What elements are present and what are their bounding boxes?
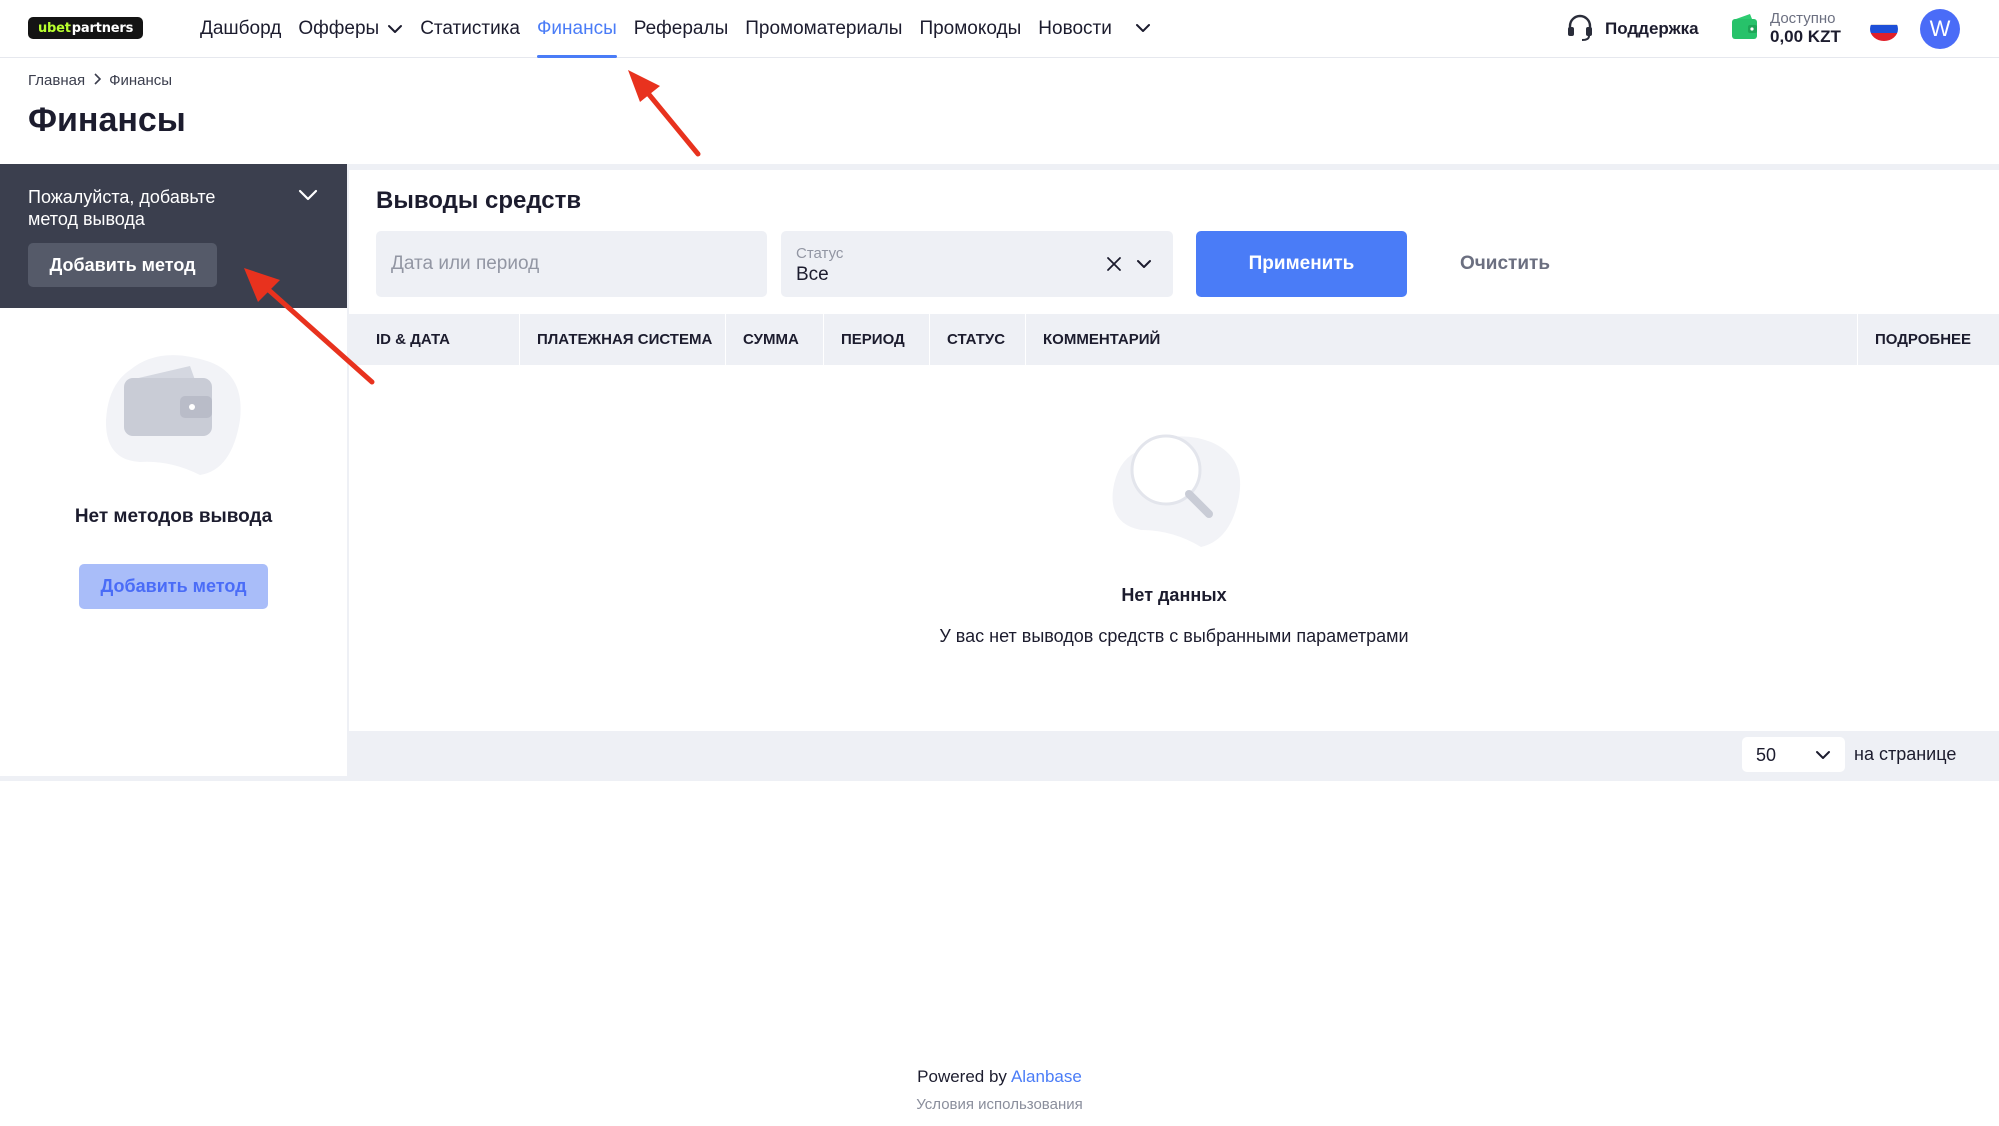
empty-wallet-icon [100, 350, 250, 485]
nav-item-label: Промоматериалы [745, 18, 903, 39]
nav-item-label: Статистика [420, 18, 520, 39]
ubet-partners-logo[interactable]: ubet partners [28, 17, 144, 39]
nav-item-promo-materials[interactable]: Промоматериалы [745, 0, 902, 58]
add-method-banner: Пожалуйста, добавьте метод вывода Добави… [0, 164, 347, 308]
powered-by-text: Powered by [917, 1067, 1007, 1086]
chevron-right-icon [93, 73, 102, 88]
add-method-button[interactable]: Добавить метод [28, 243, 217, 287]
withdrawals-panel: Выводы средств Статус Все Применить Очис… [349, 170, 1999, 731]
powered-by: Powered by Alanbase [0, 1067, 1999, 1087]
user-avatar[interactable]: W [1920, 9, 1960, 49]
balance-amount: 0,00 KZT [1770, 26, 1841, 46]
breadcrumb: Главная Финансы [28, 72, 172, 89]
support-link[interactable]: Поддержка [1565, 13, 1699, 45]
date-period-input[interactable] [376, 231, 767, 297]
page-title: Финансы [28, 101, 186, 139]
no-data-description: У вас нет выводов средств с выбранными п… [939, 626, 1409, 646]
chevron-down-icon[interactable] [298, 188, 318, 206]
chevron-down-icon [1135, 255, 1153, 278]
add-method-button-secondary[interactable]: Добавить метод [79, 564, 268, 609]
magnifier-icon [1101, 422, 1251, 557]
no-methods-text: Нет методов вывода [74, 506, 273, 527]
main-nav: Дашборд Офферы Статистика Финансы Рефера… [200, 0, 1155, 58]
nav-item-finance[interactable]: Финансы [536, 0, 617, 58]
nav-item-label: Офферы [298, 18, 380, 39]
clear-button[interactable]: Очистить [1424, 231, 1586, 297]
nav-item-label: Рефералы [633, 18, 729, 39]
nav-item-offers[interactable]: Офферы [298, 0, 403, 58]
chevron-down-icon [1135, 20, 1151, 38]
column-header-details[interactable]: ПОДРОБНЕЕ [1857, 314, 1999, 365]
russian-flag-icon[interactable] [1870, 17, 1898, 41]
column-header-payment-system[interactable]: ПЛАТЕЖНАЯ СИСТЕМА [519, 314, 725, 365]
table-header: ID & ДАТА ПЛАТЕЖНАЯ СИСТЕМА СУММА ПЕРИОД… [349, 314, 1999, 365]
nav-item-label: Промокоды [919, 18, 1022, 39]
top-bar: ubet partners Дашборд Офферы Статистика … [0, 0, 1999, 58]
pagination-bar: 50 на странице [349, 731, 1999, 779]
withdrawal-methods-panel: Пожалуйста, добавьте метод вывода Добави… [0, 164, 347, 776]
breadcrumb-home[interactable]: Главная [28, 72, 85, 89]
terms-of-use-link[interactable]: Условия использования [0, 1096, 1999, 1113]
nav-item-label: Финансы [536, 18, 617, 39]
support-label: Поддержка [1605, 19, 1699, 38]
annotation-arrow-finance-tab [628, 70, 701, 157]
headset-icon [1565, 12, 1595, 47]
per-page-select[interactable]: 50 [1742, 737, 1845, 772]
nav-item-dashboard[interactable]: Дашборд [200, 0, 281, 58]
no-data-title: Нет данных [1121, 585, 1227, 605]
apply-button[interactable]: Применить [1196, 231, 1407, 297]
nav-item-statistics[interactable]: Статистика [420, 0, 520, 58]
balance-widget[interactable]: Доступно 0,00 KZT [1730, 8, 1841, 50]
column-header-id-date[interactable]: ID & ДАТА [376, 314, 521, 365]
chevron-down-icon [387, 24, 403, 34]
nav-item-news[interactable]: Новости [1038, 0, 1112, 58]
section-title: Выводы средств [376, 187, 582, 214]
logo-part-2: partners [71, 20, 134, 36]
chevron-down-icon [1814, 747, 1832, 768]
nav-item-promo-codes[interactable]: Промокоды [919, 0, 1021, 58]
wallet-icon [1730, 13, 1760, 46]
breadcrumb-current: Финансы [109, 72, 173, 89]
alanbase-link[interactable]: Alanbase [1011, 1067, 1082, 1086]
close-icon[interactable] [1105, 255, 1123, 278]
status-caption: Статус [796, 245, 844, 262]
status-value: Все [796, 264, 829, 285]
nav-item-referrals[interactable]: Рефералы [634, 0, 728, 58]
nav-item-label: Дашборд [200, 18, 282, 39]
per-page-label: на странице [1854, 744, 1957, 764]
logo-part-1: ubet [38, 20, 71, 36]
column-header-status[interactable]: СТАТУС [929, 314, 1025, 365]
balance-caption: Доступно [1770, 10, 1836, 28]
nav-more-button[interactable] [1131, 0, 1155, 58]
status-select[interactable]: Статус Все [781, 231, 1173, 297]
add-method-prompt: Пожалуйста, добавьте метод вывода [28, 187, 216, 229]
nav-item-label: Новости [1038, 18, 1112, 39]
per-page-value: 50 [1756, 745, 1777, 765]
column-header-amount[interactable]: СУММА [725, 314, 823, 365]
column-header-period[interactable]: ПЕРИОД [823, 314, 929, 365]
column-header-comment[interactable]: КОММЕНТАРИЙ [1025, 314, 1209, 365]
